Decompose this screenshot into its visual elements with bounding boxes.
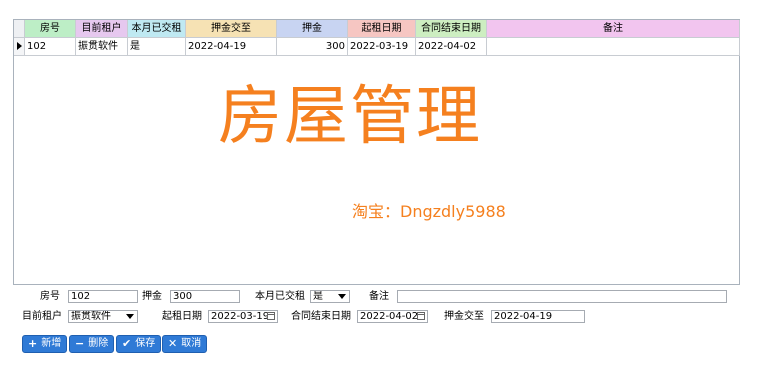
col-header-room[interactable]: 房号 xyxy=(25,20,76,38)
watermark-shop: 淘宝：Dngzdly5988 xyxy=(352,202,506,221)
note-field[interactable] xyxy=(397,290,727,303)
save-button[interactable]: ✔ 保存 xyxy=(116,335,162,353)
cancel-button[interactable]: ✕ 取消 xyxy=(162,335,208,353)
row-indicator[interactable] xyxy=(14,38,25,56)
cancel-button-label: 取消 xyxy=(181,338,202,349)
end-date-picker[interactable]: 2022-04-02 xyxy=(357,310,428,323)
add-button[interactable]: + 新增 xyxy=(22,335,68,353)
grid-header: 房号 目前租户 本月已交租 押金交至 押金 起租日期 合同结束日期 备注 xyxy=(14,20,740,38)
start-date-value: 2022-03-19 xyxy=(211,311,270,322)
tenant-select-value: 振贯软件 xyxy=(71,311,111,322)
col-header-note[interactable]: 备注 xyxy=(487,20,740,38)
chevron-down-icon xyxy=(338,294,346,299)
save-button-label: 保存 xyxy=(135,338,156,349)
header-corner xyxy=(14,20,25,38)
note-label: 备注 xyxy=(369,291,389,302)
col-header-deposit-until[interactable]: 押金交至 xyxy=(186,20,277,38)
paid-select[interactable]: 是 xyxy=(310,290,350,303)
table-row[interactable]: 102 振贯软件 是 2022-04-19 300 2022-03-19 202… xyxy=(14,38,740,56)
current-row-arrow-icon xyxy=(17,42,22,50)
delete-button-label: 删除 xyxy=(88,338,109,349)
add-button-label: 新增 xyxy=(41,338,62,349)
col-header-end-date[interactable]: 合同结束日期 xyxy=(416,20,487,38)
watermark-title: 房屋管理 xyxy=(218,80,482,154)
paid-label: 本月已交租 xyxy=(255,291,305,302)
deposit-until-label: 押金交至 xyxy=(444,311,484,322)
start-date-label: 起租日期 xyxy=(162,311,202,322)
start-date-picker[interactable]: 2022-03-19 xyxy=(208,310,278,323)
cell-room[interactable]: 102 xyxy=(25,38,76,56)
cell-deposit[interactable]: 300 xyxy=(277,38,348,56)
col-header-paid[interactable]: 本月已交租 xyxy=(128,20,186,38)
cell-deposit-until[interactable]: 2022-04-19 xyxy=(186,38,277,56)
deposit-field[interactable]: 300 xyxy=(170,290,240,303)
cell-paid[interactable]: 是 xyxy=(128,38,186,56)
end-date-label: 合同结束日期 xyxy=(291,311,351,322)
cell-start-date[interactable]: 2022-03-19 xyxy=(348,38,416,56)
calendar-icon[interactable] xyxy=(417,312,425,320)
chevron-down-icon xyxy=(126,314,134,319)
deposit-label: 押金 xyxy=(142,291,162,302)
room-field[interactable]: 102 xyxy=(68,290,138,303)
plus-icon: + xyxy=(28,337,38,350)
deposit-until-field[interactable]: 2022-04-19 xyxy=(491,310,585,323)
cell-note[interactable] xyxy=(487,38,740,56)
calendar-icon[interactable] xyxy=(267,312,275,320)
check-icon: ✔ xyxy=(122,337,132,350)
cell-tenant[interactable]: 振贯软件 xyxy=(76,38,128,56)
room-label: 房号 xyxy=(40,291,60,302)
close-icon: ✕ xyxy=(168,337,178,350)
paid-select-value: 是 xyxy=(313,291,323,302)
cell-end-date[interactable]: 2022-04-02 xyxy=(416,38,487,56)
col-header-deposit[interactable]: 押金 xyxy=(277,20,348,38)
tenant-select[interactable]: 振贯软件 xyxy=(68,310,138,323)
col-header-tenant[interactable]: 目前租户 xyxy=(76,20,128,38)
minus-icon: − xyxy=(75,337,85,350)
tenant-label: 目前租户 xyxy=(22,311,62,322)
col-header-start-date[interactable]: 起租日期 xyxy=(348,20,416,38)
end-date-value: 2022-04-02 xyxy=(360,311,419,322)
delete-button[interactable]: − 删除 xyxy=(69,335,115,353)
